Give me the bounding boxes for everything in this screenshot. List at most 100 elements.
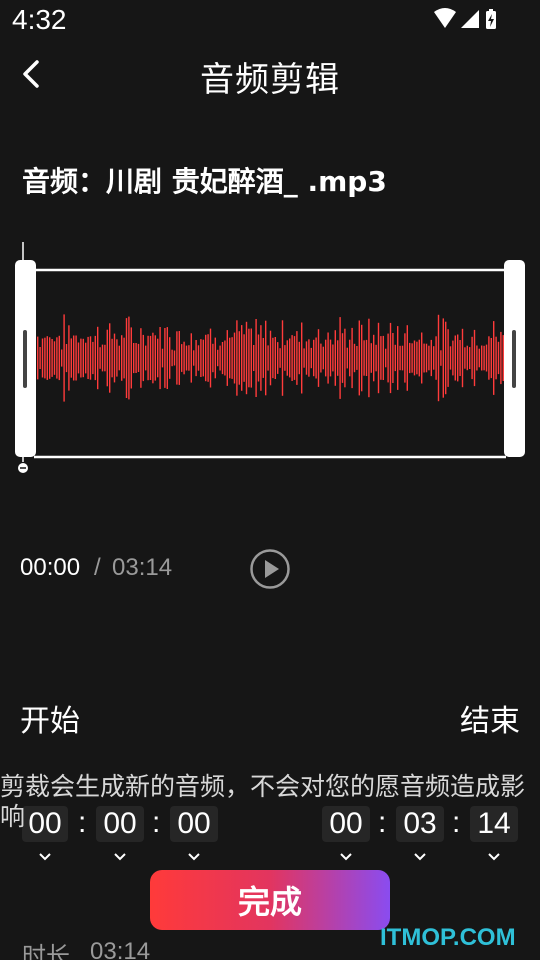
waveform-bar — [490, 338, 492, 379]
waveform-bar — [495, 336, 497, 380]
waveform-bar — [277, 342, 279, 374]
chevron-down-icon[interactable] — [186, 850, 202, 862]
waveform-bar — [260, 325, 262, 391]
waveform-bar — [147, 335, 149, 381]
waveform-bar — [483, 345, 485, 371]
waveform-bar — [149, 335, 152, 380]
status-icons — [434, 8, 496, 29]
waveform-bar — [298, 341, 300, 375]
waveform-bar — [73, 335, 75, 381]
waveform-bar — [212, 343, 214, 373]
chevron-down-icon[interactable] — [412, 850, 428, 862]
waveform-bar — [157, 338, 159, 378]
waveform-bar — [401, 345, 404, 371]
waveform-bar — [118, 345, 120, 371]
waveform-bar — [272, 337, 274, 379]
waveform-bar — [58, 335, 60, 381]
waveform-bar — [253, 345, 255, 371]
waveform-bar — [346, 347, 348, 369]
waveform-bar — [370, 343, 372, 373]
waveform-bar — [257, 334, 260, 382]
waveform-bar — [358, 320, 360, 396]
waveform-bar — [356, 346, 358, 370]
chevron-down-icon[interactable] — [37, 850, 53, 862]
waveform-bar — [121, 335, 123, 381]
waveform-bar — [332, 344, 334, 372]
waveform-bar — [169, 337, 171, 379]
waveform-bar — [214, 337, 216, 379]
waveform-bar — [41, 338, 44, 378]
waveform-canvas — [15, 242, 525, 473]
watermark: ITMOP.COM — [380, 924, 516, 951]
waveform-bar — [409, 342, 411, 374]
waveform-bar — [399, 345, 401, 371]
waveform-bar — [281, 320, 284, 396]
waveform-bar — [423, 343, 425, 373]
waveform-bar — [425, 343, 428, 373]
waveform-bar — [178, 331, 180, 385]
trim-handle-left[interactable] — [15, 260, 36, 457]
waveform-bar — [445, 321, 447, 395]
waveform-bar — [197, 345, 200, 371]
waveform-bar — [325, 339, 327, 377]
start-label: 开始 — [20, 704, 80, 739]
waveform-bar — [233, 332, 236, 384]
waveform-bar — [373, 334, 375, 382]
waveform-bar — [82, 338, 84, 378]
waveform-bar — [61, 349, 63, 367]
waveform-bar — [154, 335, 156, 381]
waveform-bar — [387, 333, 389, 383]
waveform-bar — [293, 336, 296, 380]
waveform-bar — [286, 340, 288, 376]
waveform-bar — [229, 337, 231, 379]
waveform-bar — [476, 345, 478, 371]
chevron-down-icon[interactable] — [338, 850, 354, 862]
waveform-bar — [37, 336, 39, 380]
current-time: 00:00 — [20, 554, 81, 581]
waveform-bar — [195, 340, 197, 377]
waveform-bar — [123, 337, 125, 379]
waveform-bar — [392, 333, 394, 383]
waveform-bar — [363, 340, 365, 376]
waveform-bar — [473, 329, 476, 387]
waveform-bar — [128, 316, 130, 400]
waveform-bar — [87, 336, 89, 379]
waveform-bar — [245, 321, 248, 395]
waveform-bar — [241, 325, 243, 391]
trim-handle-right[interactable] — [504, 260, 525, 457]
waveform-bar — [428, 345, 430, 371]
waveform-bar — [421, 332, 423, 384]
waveform-bar — [176, 331, 178, 385]
waveform-bar — [56, 337, 58, 379]
waveform-bar — [221, 342, 224, 375]
waveform-bar — [219, 345, 221, 371]
waveform-bar — [464, 347, 466, 369]
page-title: 音频剪辑 — [200, 60, 340, 100]
waveform-bar — [365, 339, 368, 376]
duration-label: 时长 — [22, 942, 70, 960]
waveform-bar — [389, 322, 392, 394]
waveform-bar — [339, 317, 341, 399]
chevron-down-icon[interactable] — [486, 850, 502, 862]
waveform-bar — [481, 345, 483, 371]
waveform-bar — [171, 349, 173, 367]
waveform-bar — [231, 337, 233, 379]
waveform-bar — [449, 346, 452, 370]
waveform-bar — [411, 343, 413, 373]
waveform-bar — [224, 340, 226, 376]
waveform-bar — [145, 345, 147, 371]
waveform-bar — [406, 325, 408, 391]
status-time: 4:32 — [12, 4, 67, 35]
waveform-bar — [454, 335, 456, 381]
waveform-bar — [101, 344, 104, 372]
waveform-bar — [377, 322, 380, 394]
waveform-editor[interactable] — [0, 240, 540, 476]
waveform-bar — [303, 348, 305, 368]
waveform-bar — [284, 345, 286, 371]
chevron-down-icon[interactable] — [112, 850, 128, 862]
play-button[interactable] — [249, 548, 291, 590]
waveform-bar — [181, 344, 183, 372]
done-button[interactable]: 完成 — [150, 870, 390, 930]
waveform-bar — [152, 332, 154, 384]
waveform-bar — [51, 339, 53, 377]
